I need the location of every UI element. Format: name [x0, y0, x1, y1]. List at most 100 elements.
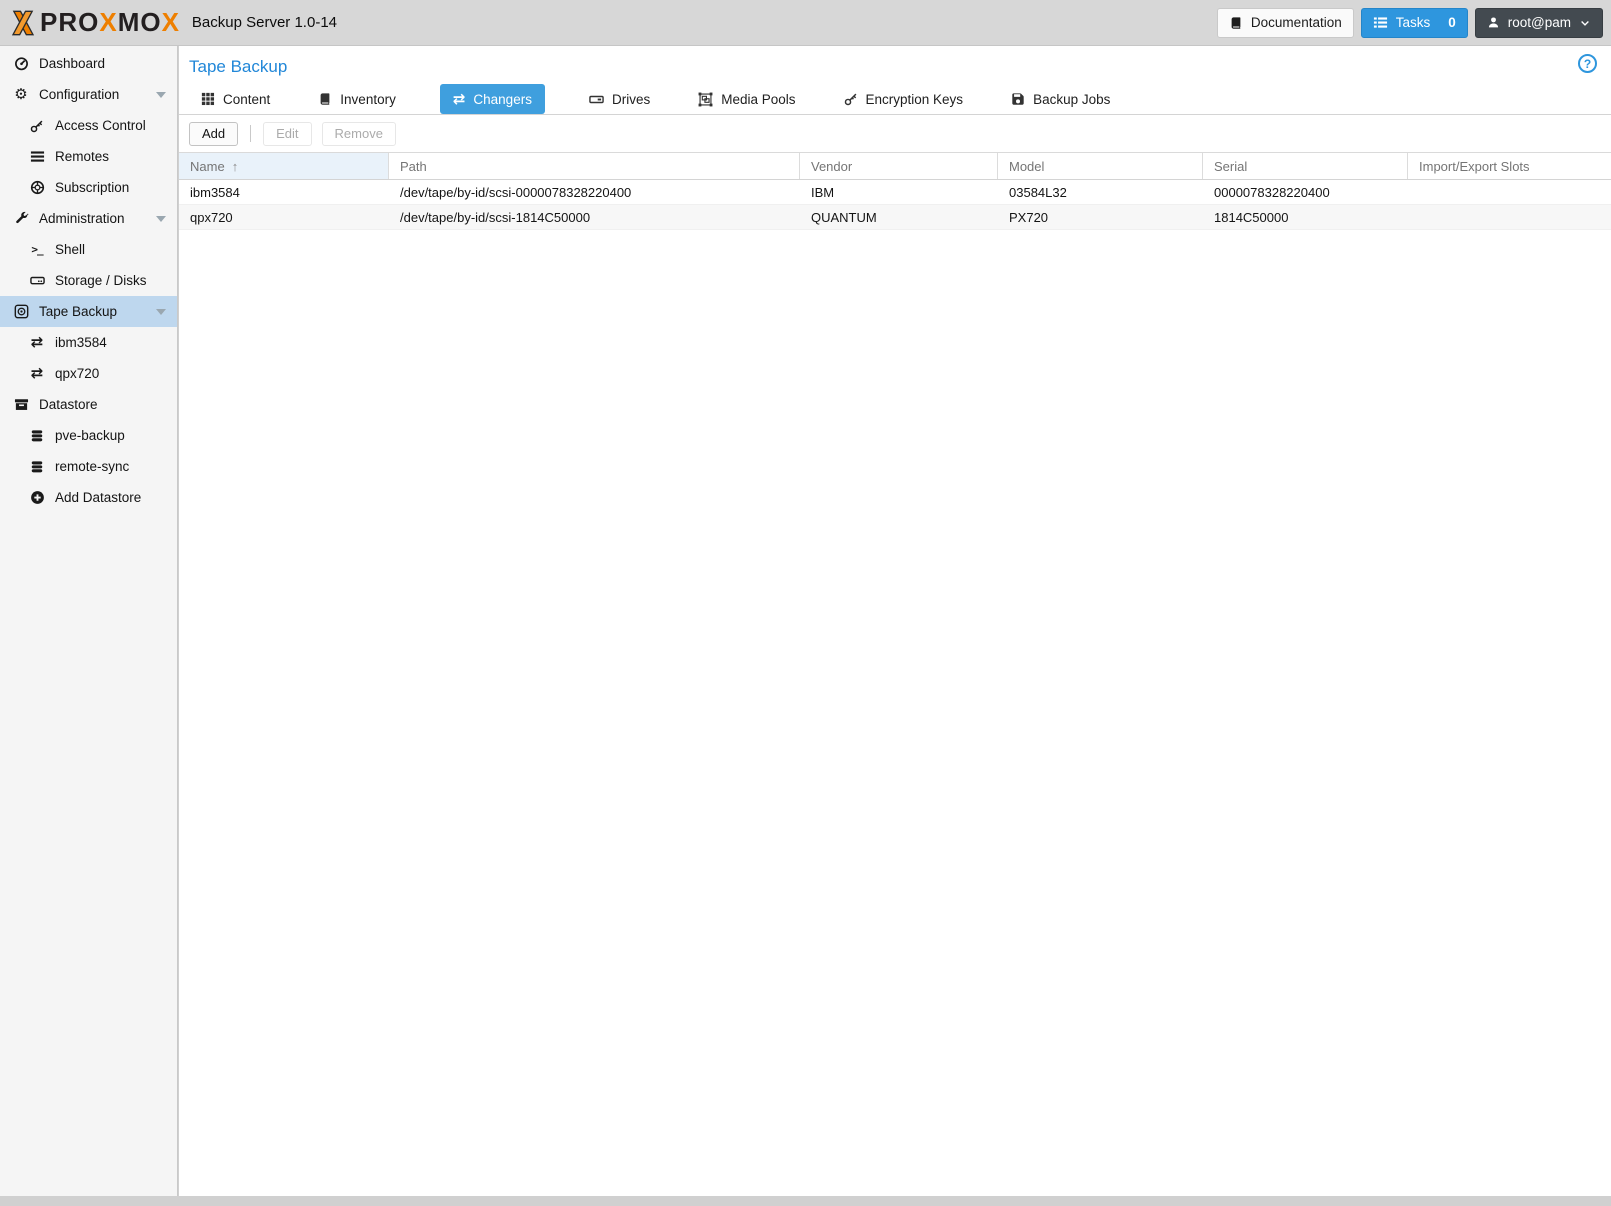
column-header-vendor[interactable]: Vendor [800, 153, 998, 179]
cell-model: 03584L32 [998, 180, 1203, 204]
column-header-import-export-slots[interactable]: Import/Export Slots [1408, 153, 1611, 179]
sidebar-item-shell[interactable]: >_ Shell [0, 234, 177, 265]
page-title: Tape Backup [189, 57, 287, 76]
top-header: PROXMOX Backup Server 1.0-14 Documentati… [0, 0, 1611, 46]
tab-label: Inventory [340, 92, 396, 107]
database-icon [28, 429, 46, 443]
sidebar-item-label: Storage / Disks [55, 273, 147, 288]
save-icon [1011, 92, 1025, 106]
cell-serial: 1814C50000 [1203, 205, 1408, 229]
sidebar-item-label: Add Datastore [55, 490, 141, 505]
cell-model: PX720 [998, 205, 1203, 229]
sidebar-item-access-control[interactable]: Access Control [0, 110, 177, 141]
tab-media-pools[interactable]: Media Pools [694, 84, 799, 114]
sidebar-item-remote-sync[interactable]: remote-sync [0, 451, 177, 482]
tab-encryption-keys[interactable]: Encryption Keys [840, 84, 968, 114]
sidebar-item-tape-backup[interactable]: Tape Backup [0, 296, 177, 327]
tab-drives[interactable]: Drives [585, 84, 654, 114]
cell-vendor: IBM [800, 180, 998, 204]
caret-down-icon[interactable] [156, 309, 166, 315]
sidebar-item-pve-backup[interactable]: pve-backup [0, 420, 177, 451]
caret-down-icon[interactable] [156, 216, 166, 222]
brand-seg: MO [118, 7, 162, 38]
main-content: Tape Backup ? Content Inventory ⇄ Change… [179, 46, 1611, 1196]
sidebar-item-label: pve-backup [55, 428, 125, 443]
table-row-ibm3584[interactable]: ibm3584 /dev/tape/by-id/scsi-00000783282… [179, 180, 1611, 205]
caret-down-icon[interactable] [156, 92, 166, 98]
tachometer-icon [12, 56, 30, 71]
sidebar-item-administration[interactable]: Administration [0, 203, 177, 234]
sidebar-item-datastore[interactable]: Datastore [0, 389, 177, 420]
cell-path: /dev/tape/by-id/scsi-0000078328220400 [389, 180, 800, 204]
user-icon [1487, 16, 1500, 29]
tab-inventory[interactable]: Inventory [314, 84, 400, 114]
edit-button[interactable]: Edit [263, 122, 311, 146]
column-label: Name [190, 159, 225, 174]
tab-label: Media Pools [721, 92, 795, 107]
tasks-label: Tasks [1396, 15, 1431, 30]
tab-content[interactable]: Content [197, 84, 274, 114]
column-header-name[interactable]: Name ↑ [179, 153, 389, 179]
help-icon[interactable]: ? [1578, 54, 1597, 73]
sidebar-item-label: Configuration [39, 87, 119, 102]
proxmox-x-icon [8, 8, 38, 38]
documentation-button[interactable]: Documentation [1217, 8, 1354, 38]
hdd-icon [28, 273, 46, 288]
sidebar-item-configuration[interactable]: ⚙ Configuration [0, 79, 177, 110]
column-header-model[interactable]: Model [998, 153, 1203, 179]
object-group-icon [698, 92, 713, 107]
cell-vendor: QUANTUM [800, 205, 998, 229]
column-label: Serial [1214, 159, 1247, 174]
sidebar-item-label: Tape Backup [39, 304, 117, 319]
column-header-serial[interactable]: Serial [1203, 153, 1408, 179]
sidebar-item-qpx720[interactable]: ⇄ qpx720 [0, 358, 177, 389]
sidebar-item-label: Remotes [55, 149, 109, 164]
cell-import-export-slots [1408, 180, 1611, 204]
table-row-qpx720[interactable]: qpx720 /dev/tape/by-id/scsi-1814C50000 Q… [179, 205, 1611, 230]
brand-seg: X [162, 7, 180, 38]
brand-seg: X [99, 7, 117, 38]
list-icon [1373, 15, 1388, 30]
exchange-icon: ⇄ [28, 335, 46, 350]
help-glyph: ? [1584, 57, 1591, 71]
proxmox-logo: PROXMOX [8, 7, 180, 38]
tab-label: Drives [612, 92, 650, 107]
tab-label: Changers [473, 92, 532, 107]
cell-serial: 0000078328220400 [1203, 180, 1408, 204]
key-icon [28, 119, 46, 133]
tab-changers[interactable]: ⇄ Changers [440, 84, 545, 114]
sidebar-item-label: Access Control [55, 118, 146, 133]
add-button[interactable]: Add [189, 122, 238, 146]
column-header-path[interactable]: Path [389, 153, 800, 179]
tab-label: Encryption Keys [866, 92, 964, 107]
key-icon [844, 92, 858, 106]
sidebar-item-label: Subscription [55, 180, 129, 195]
wrench-icon [12, 211, 30, 226]
tasks-button[interactable]: Tasks 0 [1361, 8, 1468, 38]
cell-import-export-slots [1408, 205, 1611, 229]
list-icon [28, 149, 46, 164]
documentation-label: Documentation [1251, 15, 1342, 30]
terminal-icon: >_ [28, 243, 46, 256]
tape-icon [12, 304, 30, 319]
exchange-icon: ⇄ [453, 92, 466, 107]
sidebar-item-add-datastore[interactable]: Add Datastore [0, 482, 177, 513]
column-label: Path [400, 159, 427, 174]
exchange-icon: ⇄ [28, 366, 46, 381]
sidebar-item-storage-disks[interactable]: Storage / Disks [0, 265, 177, 296]
toolbar-separator [250, 125, 251, 142]
sidebar-item-subscription[interactable]: Subscription [0, 172, 177, 203]
user-menu-button[interactable]: root@pam [1475, 8, 1603, 38]
column-label: Model [1009, 159, 1044, 174]
sidebar-item-ibm3584[interactable]: ⇄ ibm3584 [0, 327, 177, 358]
tab-backup-jobs[interactable]: Backup Jobs [1007, 84, 1114, 114]
sidebar-item-dashboard[interactable]: Dashboard [0, 48, 177, 79]
tab-label: Content [223, 92, 270, 107]
sidebar-item-label: Dashboard [39, 56, 105, 71]
sidebar-item-remotes[interactable]: Remotes [0, 141, 177, 172]
page-title-row: Tape Backup ? [179, 46, 1611, 84]
sidebar-item-label: qpx720 [55, 366, 99, 381]
user-label: root@pam [1508, 15, 1571, 30]
remove-button[interactable]: Remove [322, 122, 396, 146]
brand-seg: PRO [40, 7, 99, 38]
